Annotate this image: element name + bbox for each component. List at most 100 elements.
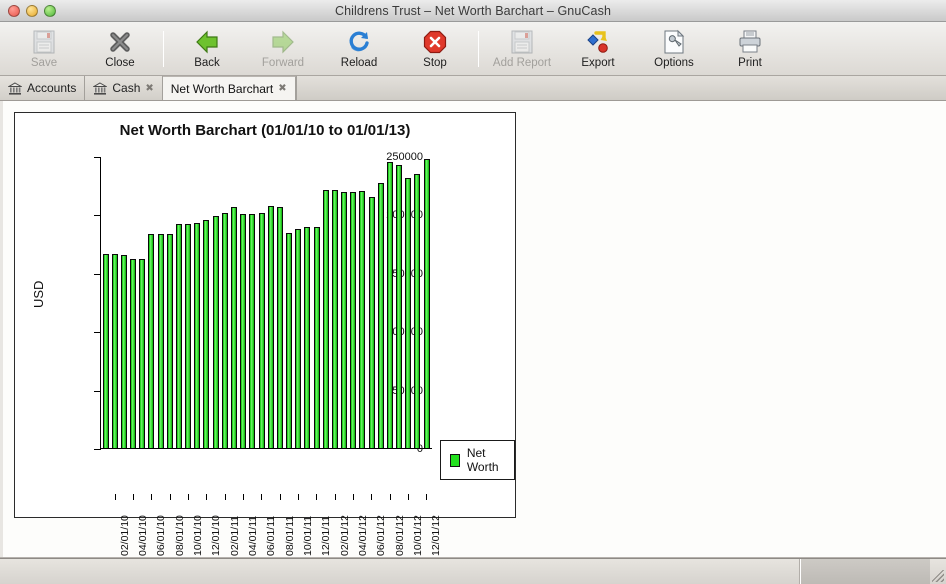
bar — [396, 165, 402, 448]
back-arrow-icon — [194, 29, 220, 55]
close-icon[interactable]: ✖ — [145, 83, 153, 94]
bar — [304, 227, 310, 448]
bar-slot — [385, 156, 394, 448]
x-tick-label: 02/01/12 — [339, 515, 351, 556]
x-tick-label: 04/01/11 — [247, 516, 259, 556]
bar-slot — [101, 156, 110, 448]
toolbar-add-report-button[interactable]: Add Report — [484, 24, 560, 74]
bar-slot — [165, 156, 174, 448]
x-tick — [243, 494, 244, 500]
content-left-stripe — [0, 101, 3, 557]
toolbar-back-label: Back — [194, 57, 220, 69]
tab-bar: Accounts Cash ✖ Net Worth Barchart ✖ — [0, 76, 946, 101]
tab-net-worth-barchart[interactable]: Net Worth Barchart ✖ — [163, 76, 296, 100]
x-tick-label: 12/01/11 — [320, 516, 332, 556]
bar — [139, 259, 145, 448]
bar-slot — [138, 156, 147, 448]
x-tick-label: 06/01/10 — [155, 515, 167, 556]
x-tick-label: 02/01/11 — [229, 516, 241, 556]
bar — [341, 192, 347, 448]
bar-slot — [248, 156, 257, 448]
toolbar-back-button[interactable]: Back — [169, 24, 245, 74]
bar — [130, 259, 136, 448]
x-tick-label: 06/01/12 — [375, 515, 387, 556]
x-tick — [115, 494, 116, 500]
tab-cash-label: Cash — [112, 81, 140, 95]
y-tick — [94, 332, 100, 333]
x-tick — [280, 494, 281, 500]
toolbar-separator-2 — [478, 31, 479, 67]
status-bar — [0, 558, 946, 584]
bar-slot — [211, 156, 220, 448]
toolbar-close-button[interactable]: Close — [82, 24, 158, 74]
resize-grip[interactable] — [930, 559, 946, 584]
x-tick-label: 08/01/10 — [174, 515, 186, 556]
bar — [424, 159, 430, 448]
gnucash-window: Childrens Trust – Net Worth Barchart – G… — [0, 0, 946, 584]
bar — [240, 214, 246, 448]
tab-accounts[interactable]: Accounts — [0, 76, 85, 100]
bar-slot — [193, 156, 202, 448]
bar — [387, 162, 393, 448]
toolbar-save-button[interactable]: Save — [6, 24, 82, 74]
y-tick — [94, 391, 100, 392]
legend-label-net-worth: Net Worth — [467, 446, 505, 474]
bank-icon — [8, 82, 22, 95]
bar — [194, 223, 200, 448]
toolbar-stop-label: Stop — [423, 57, 447, 69]
toolbar-options-label: Options — [654, 57, 694, 69]
close-icon[interactable]: ✖ — [278, 83, 286, 94]
export-icon — [585, 29, 611, 55]
toolbar-forward-button[interactable]: Forward — [245, 24, 321, 74]
bar — [185, 224, 191, 448]
reload-icon — [346, 29, 372, 55]
bar — [314, 227, 320, 448]
y-tick — [94, 215, 100, 216]
tab-cash[interactable]: Cash ✖ — [85, 76, 162, 100]
status-progress-bar — [800, 559, 930, 584]
bar — [286, 233, 292, 448]
window-title: Childrens Trust – Net Worth Barchart – G… — [0, 4, 946, 18]
bar — [369, 197, 375, 448]
bar — [148, 234, 154, 448]
x-tick-label: 04/01/12 — [357, 515, 369, 556]
toolbar-export-button[interactable]: Export — [560, 24, 636, 74]
options-icon — [661, 29, 687, 55]
bar — [259, 213, 265, 448]
window-titlebar: Childrens Trust – Net Worth Barchart – G… — [0, 0, 946, 22]
bar — [222, 213, 228, 448]
bar-slot — [275, 156, 284, 448]
bar-slot — [239, 156, 248, 448]
tab-bar-filler — [296, 76, 946, 100]
bar — [103, 254, 109, 448]
toolbar-add-report-label: Add Report — [493, 57, 551, 69]
bar — [167, 234, 173, 448]
bar — [203, 220, 209, 448]
stop-icon — [422, 29, 448, 55]
x-tick-label: 10/01/10 — [192, 515, 204, 556]
bar-slot — [303, 156, 312, 448]
bar — [378, 183, 384, 448]
bar — [176, 224, 182, 448]
report-panel: Net Worth Barchart (01/01/10 to 01/01/13… — [14, 112, 516, 518]
bar-slot — [349, 156, 358, 448]
x-tick — [353, 494, 354, 500]
toolbar-print-button[interactable]: Print — [712, 24, 788, 74]
chart-plot-area: 050000100000150000200000250000 02/01/100… — [100, 157, 431, 449]
x-tick-label: 12/01/10 — [210, 515, 222, 556]
bar-slot — [184, 156, 193, 448]
bar-slot — [174, 156, 183, 448]
bar-slot — [376, 156, 385, 448]
x-tick-label: 10/01/12 — [412, 515, 424, 556]
toolbar-forward-label: Forward — [262, 57, 304, 69]
toolbar-save-label: Save — [31, 57, 57, 69]
toolbar-options-button[interactable]: Options — [636, 24, 712, 74]
toolbar-reload-button[interactable]: Reload — [321, 24, 397, 74]
tab-accounts-label: Accounts — [27, 81, 76, 95]
save-icon — [31, 29, 57, 55]
bar-slot — [202, 156, 211, 448]
toolbar-stop-button[interactable]: Stop — [397, 24, 473, 74]
bar — [350, 192, 356, 448]
x-tick — [335, 494, 336, 500]
bar-slot — [367, 156, 376, 448]
